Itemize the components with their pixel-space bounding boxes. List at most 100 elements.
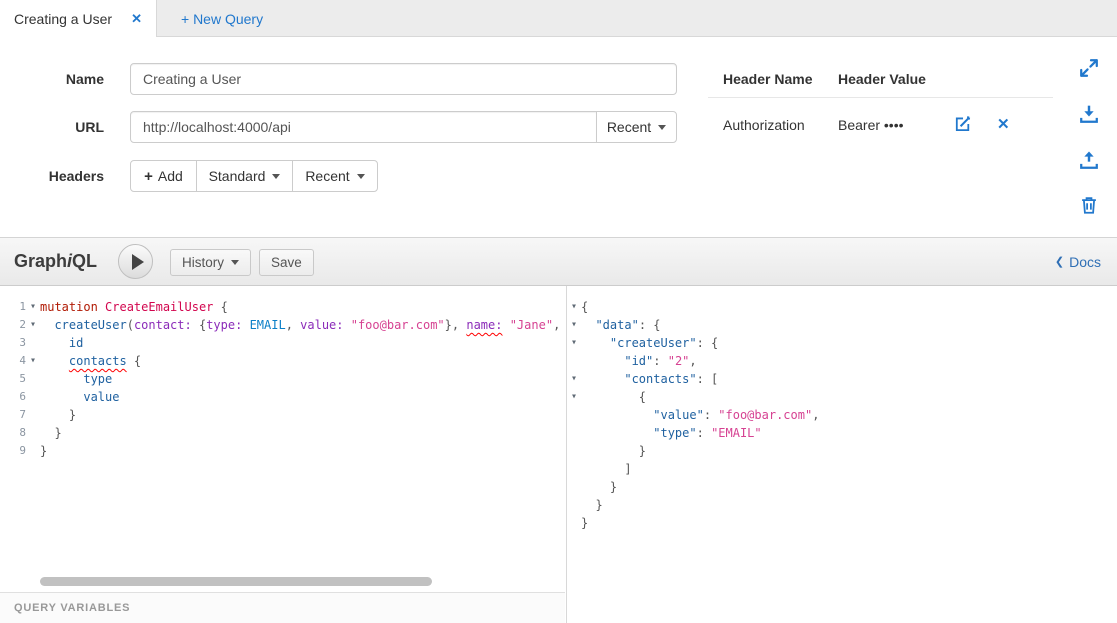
tab-creating-a-user[interactable]: Creating a User ✕ xyxy=(0,0,157,37)
import-button[interactable] xyxy=(1079,104,1099,124)
line-number: 9 xyxy=(0,442,26,460)
header-value-column: Header Value xyxy=(838,71,926,87)
code-line: "id": "2", xyxy=(567,352,1117,370)
line-number: 7 xyxy=(0,406,26,424)
header-value-cell: Bearer •••• xyxy=(838,117,904,133)
headers-recent-button[interactable]: Recent xyxy=(292,160,378,192)
url-input[interactable] xyxy=(130,111,597,143)
fold-gutter xyxy=(567,496,581,514)
expand-button[interactable] xyxy=(1079,58,1099,78)
fold-toggle-icon[interactable]: ▾ xyxy=(567,334,581,352)
code-line: 2▾ createUser(contact: {type: EMAIL, val… xyxy=(0,316,565,334)
query-editor[interactable]: 1▾mutation CreateEmailUser {2▾ createUse… xyxy=(0,286,565,623)
code-line: } xyxy=(567,478,1117,496)
code-line: ▾ "contacts": [ xyxy=(567,370,1117,388)
fold-gutter xyxy=(567,514,581,532)
code-line: 1▾mutation CreateEmailUser { xyxy=(0,298,565,316)
code-line: "value": "foo@bar.com", xyxy=(567,406,1117,424)
fold-toggle-icon[interactable]: ▾ xyxy=(567,316,581,334)
standard-headers-button[interactable]: Standard xyxy=(196,160,293,192)
caret-down-icon xyxy=(658,125,666,130)
code-line: 6 value xyxy=(0,388,565,406)
code-line: ▾ "data": { xyxy=(567,316,1117,334)
url-label: URL xyxy=(0,119,104,135)
horizontal-scrollbar[interactable] xyxy=(40,577,432,586)
caret-down-icon xyxy=(272,174,280,179)
code-line: 5 type xyxy=(0,370,565,388)
fold-gutter xyxy=(26,334,40,352)
tab-bar xyxy=(0,0,1117,37)
code-line: } xyxy=(567,496,1117,514)
headers-table-divider xyxy=(708,97,1053,98)
add-header-button[interactable]: + Add xyxy=(130,160,197,192)
code-line: 4▾ contacts { xyxy=(0,352,565,370)
name-input[interactable] xyxy=(130,63,677,95)
code-line: } xyxy=(567,442,1117,460)
line-number: 8 xyxy=(0,424,26,442)
fold-gutter xyxy=(26,406,40,424)
code-line: 8 } xyxy=(0,424,565,442)
fold-gutter xyxy=(26,442,40,460)
download-icon xyxy=(1079,104,1099,124)
history-button[interactable]: History xyxy=(170,249,251,276)
tab-label: Creating a User xyxy=(14,11,112,27)
url-recent-button[interactable]: Recent xyxy=(596,111,677,143)
code-line: ▾{ xyxy=(567,298,1117,316)
fold-gutter xyxy=(567,478,581,496)
fold-gutter xyxy=(26,370,40,388)
code-line: 7 } xyxy=(0,406,565,424)
fold-gutter xyxy=(567,352,581,370)
query-variables-label: QUERY VARIABLES xyxy=(14,602,130,614)
new-query-button[interactable]: + New Query xyxy=(181,0,263,37)
caret-down-icon xyxy=(231,260,239,265)
play-icon xyxy=(132,254,144,270)
fold-toggle-icon[interactable]: ▾ xyxy=(567,388,581,406)
edit-header-button[interactable] xyxy=(953,114,972,136)
fold-gutter xyxy=(567,424,581,442)
expand-arrows-icon xyxy=(1079,58,1099,78)
code-line: ▾ "createUser": { xyxy=(567,334,1117,352)
line-number: 3 xyxy=(0,334,26,352)
fold-gutter xyxy=(26,424,40,442)
code-line: ] xyxy=(567,460,1117,478)
fold-toggle-icon[interactable]: ▾ xyxy=(26,316,40,334)
fold-toggle-icon[interactable]: ▾ xyxy=(567,298,581,316)
tab-close-icon[interactable]: ✕ xyxy=(131,11,142,27)
line-number: 2 xyxy=(0,316,26,334)
header-name-cell: Authorization xyxy=(723,117,805,133)
fold-toggle-icon[interactable]: ▾ xyxy=(26,298,40,316)
fold-gutter xyxy=(26,388,40,406)
fold-toggle-icon[interactable]: ▾ xyxy=(26,352,40,370)
code-line: ▾ { xyxy=(567,388,1117,406)
query-editor-code[interactable]: 1▾mutation CreateEmailUser {2▾ createUse… xyxy=(0,286,565,460)
result-viewer-code: ▾{▾ "data": {▾ "createUser": { "id": "2"… xyxy=(567,286,1117,532)
fold-gutter xyxy=(567,460,581,478)
edit-icon xyxy=(953,114,972,133)
graphiql-toolbar xyxy=(0,237,1117,286)
code-line: } xyxy=(567,514,1117,532)
query-variables-bar[interactable]: QUERY VARIABLES xyxy=(0,592,565,623)
headers-label: Headers xyxy=(0,168,104,184)
code-line: 9} xyxy=(0,442,565,460)
fold-toggle-icon[interactable]: ▾ xyxy=(567,370,581,388)
graphiql-logo: GraphiQL xyxy=(14,251,97,272)
upload-icon xyxy=(1079,150,1099,170)
fold-gutter xyxy=(567,442,581,460)
result-viewer: ▾{▾ "data": {▾ "createUser": { "id": "2"… xyxy=(566,286,1117,623)
line-number: 6 xyxy=(0,388,26,406)
execute-button[interactable] xyxy=(118,244,153,279)
plus-icon: + xyxy=(144,168,153,185)
remove-header-button[interactable]: ✕ xyxy=(997,115,1010,133)
header-name-column: Header Name xyxy=(723,71,813,87)
delete-button[interactable] xyxy=(1079,195,1099,215)
export-button[interactable] xyxy=(1079,150,1099,170)
code-line: 3 id xyxy=(0,334,565,352)
line-number: 5 xyxy=(0,370,26,388)
line-number: 4 xyxy=(0,352,26,370)
trash-icon xyxy=(1079,195,1099,215)
save-button[interactable]: Save xyxy=(259,249,314,276)
code-line: "type": "EMAIL" xyxy=(567,424,1117,442)
name-label: Name xyxy=(0,71,104,87)
fold-gutter xyxy=(567,406,581,424)
docs-link[interactable]: ❮ Docs xyxy=(1055,237,1101,286)
